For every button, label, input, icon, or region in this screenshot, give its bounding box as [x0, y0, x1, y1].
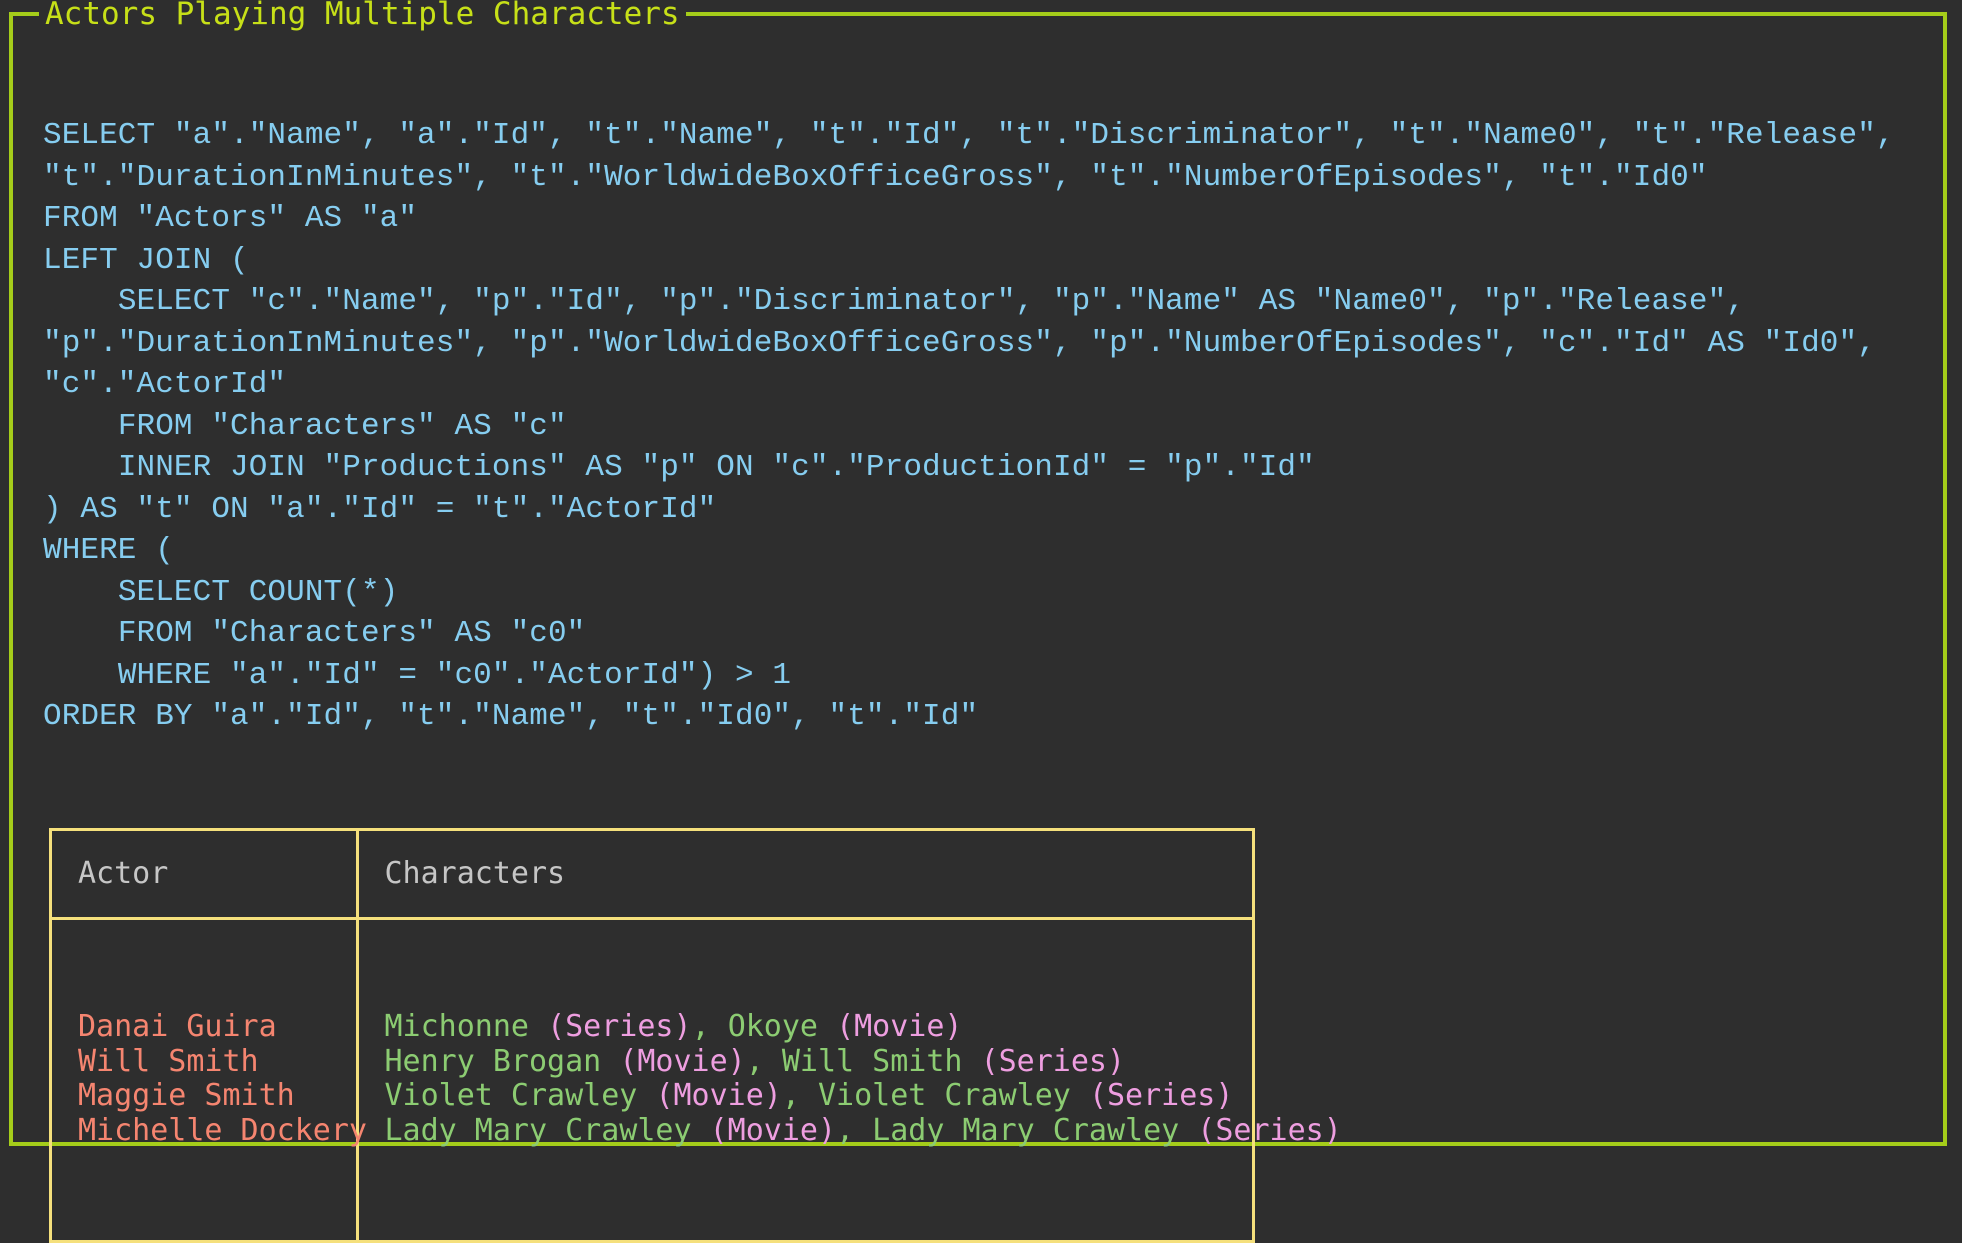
table-row: Danai Guira Will Smith Maggie Smith Michell…	[52, 918, 1342, 1241]
character-name: Violet Crawley	[818, 1078, 1089, 1113]
character-list: Michonne (Series), Okoye (Movie) Henry Br…	[384, 1009, 1342, 1149]
character-line: Lady Mary Crawley (Movie), Lady Mary Cra…	[384, 1112, 1342, 1149]
actor-name: Maggie Smith	[78, 1078, 295, 1113]
header-row: Actor Characters	[52, 831, 1252, 920]
actor-name: Danai Guira	[78, 1009, 277, 1044]
character-line: Michonne (Series), Okoye (Movie)	[384, 1009, 1253, 1045]
character-name: Lady Mary Crawley	[384, 1112, 710, 1148]
actor-cell: Danai Guira Will Smith Maggie Smith Michell…	[52, 918, 367, 1240]
column-header-actor: Actor	[52, 831, 359, 920]
character-separator: ,	[781, 1078, 818, 1113]
character-production-kind: (Movie)	[836, 1009, 963, 1044]
character-production-kind: (Movie)	[619, 1043, 746, 1079]
results-grid: Actor Characters Danai Guira Will Smith Ma…	[52, 831, 1342, 1241]
character-production-kind: (Series)	[1088, 1078, 1234, 1113]
character-name: Will Smith	[781, 1043, 981, 1079]
actor-name: Michelle Dockery	[78, 1112, 367, 1148]
column-header-characters: Characters	[357, 831, 1252, 920]
character-production-kind: (Movie)	[655, 1078, 782, 1113]
character-production-kind: (Series)	[547, 1009, 692, 1044]
actor-name-list: Danai Guira Will Smith Maggie Smith Michell…	[78, 1009, 367, 1148]
character-separator: ,	[745, 1043, 782, 1079]
character-separator: ,	[691, 1009, 728, 1044]
character-name: Okoye	[727, 1009, 837, 1044]
character-name: Violet Crawley	[384, 1078, 656, 1113]
results-header: Actor Characters	[52, 831, 1252, 920]
panel-title: Actors Playing Multiple Characters	[39, 0, 686, 34]
character-separator: ,	[836, 1112, 873, 1148]
character-line: Violet Crawley (Movie), Violet Crawley (…	[384, 1078, 1253, 1114]
character-production-kind: (Series)	[980, 1043, 1126, 1079]
character-production-kind: (Series)	[1197, 1112, 1342, 1148]
character-name: Lady Mary Crawley	[872, 1112, 1198, 1148]
character-line: Henry Brogan (Movie), Will Smith (Series…	[384, 1043, 1253, 1080]
character-production-kind: (Movie)	[709, 1112, 837, 1148]
character-name: Michonne	[384, 1009, 548, 1044]
actor-name: Will Smith	[78, 1043, 259, 1079]
results-table: Actor Characters Danai Guira Will Smith Ma…	[49, 828, 1342, 1243]
results-body: Danai Guira Will Smith Maggie Smith Michell…	[52, 918, 1342, 1241]
character-name: Henry Brogan	[384, 1043, 620, 1079]
query-panel: Actors Playing Multiple Characters SELEC…	[9, 0, 1947, 1243]
sql-query-text: SELECT "a"."Name", "a"."Id", "t"."Name",…	[43, 118, 1895, 734]
characters-cell: Michonne (Series), Okoye (Movie) Henry Br…	[357, 919, 1342, 1241]
